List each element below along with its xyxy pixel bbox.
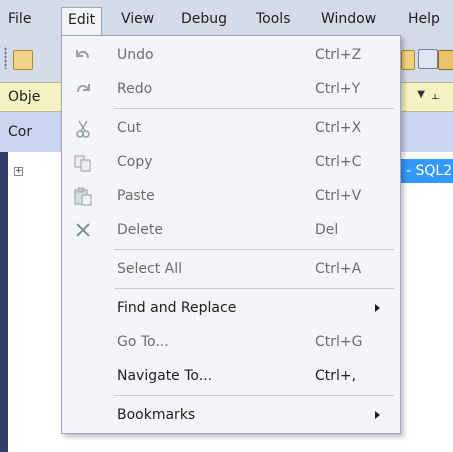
menu-item-shortcut: Del <box>315 222 339 238</box>
undo-icon <box>76 50 89 59</box>
menu-help[interactable]: Help <box>408 9 440 29</box>
mdx-query-icon[interactable] <box>418 49 438 69</box>
menu-item-label: Cut <box>117 120 142 136</box>
menu-item-undo[interactable]: Undo Ctrl+Z <box>62 39 400 73</box>
scissors-icon <box>76 120 90 138</box>
menu-window[interactable]: Window <box>321 9 376 29</box>
menu-item-shortcut: Ctrl+, <box>315 368 357 384</box>
menu-item-label: Navigate To... <box>117 368 213 384</box>
menu-item-label: Go To... <box>117 334 169 350</box>
menu-item-shortcut: Ctrl+X <box>315 120 362 136</box>
menu-item-label: Delete <box>117 222 163 238</box>
menu-item-cut[interactable]: Cut Ctrl+X <box>62 112 400 146</box>
submenu-arrow-icon <box>375 411 380 419</box>
toolbar-query-icon[interactable] <box>438 50 453 70</box>
menu-item-find-and-replace[interactable]: Find and Replace <box>62 292 400 326</box>
menu-item-shortcut: Ctrl+Z <box>315 47 362 63</box>
menu-item-label: Select All <box>117 261 182 277</box>
toolbar-folder-icon[interactable] <box>401 50 415 70</box>
menu-item-shortcut: Ctrl+G <box>315 334 363 350</box>
selected-server-node[interactable]: - SQL2 <box>400 159 453 183</box>
menu-item-shortcut: Ctrl+C <box>315 154 362 170</box>
pin-icon[interactable]: ⫠ <box>431 88 439 103</box>
menu-view[interactable]: View <box>121 9 154 29</box>
menu-bar: File Edit View Debug Tools Window Help <box>0 0 453 36</box>
menu-edit[interactable]: Edit <box>61 7 103 36</box>
menu-item-label: Redo <box>117 81 153 97</box>
menu-item-label: Copy <box>117 154 153 170</box>
edit-menu: Undo Ctrl+Z Redo Ctrl+Y Cut Ctrl+X Copy … <box>61 35 401 434</box>
connect-button[interactable]: Cor <box>8 124 32 140</box>
menu-item-label: Find and Replace <box>117 300 237 316</box>
menu-item-redo[interactable]: Redo Ctrl+Y <box>62 73 400 107</box>
menu-item-label: Paste <box>117 188 155 204</box>
panel-dropdown-icon[interactable]: ▼ <box>417 89 425 100</box>
tree-expand-icon[interactable]: + <box>14 167 23 176</box>
menu-item-shortcut: Ctrl+A <box>315 261 362 277</box>
menu-item-bookmarks[interactable]: Bookmarks <box>62 399 400 433</box>
menu-separator <box>114 288 394 289</box>
menu-item-delete[interactable]: Delete Del <box>62 214 400 248</box>
menu-item-go-to[interactable]: Go To... Ctrl+G <box>62 326 400 360</box>
menu-file[interactable]: File <box>8 9 31 29</box>
menu-item-select-all[interactable]: Select All Ctrl+A <box>62 253 400 287</box>
toolbar-grip[interactable] <box>4 47 7 69</box>
menu-item-label: Bookmarks <box>117 407 196 423</box>
menu-item-navigate-to[interactable]: Navigate To... Ctrl+, <box>62 360 400 394</box>
menu-separator <box>114 395 394 396</box>
menu-item-copy[interactable]: Copy Ctrl+C <box>62 146 400 180</box>
redo-icon <box>77 84 90 93</box>
new-project-icon[interactable] <box>13 50 33 70</box>
menu-tools[interactable]: Tools <box>256 9 291 29</box>
menu-debug[interactable]: Debug <box>181 9 227 29</box>
menu-item-shortcut: Ctrl+Y <box>315 81 361 97</box>
paste-icon <box>74 187 92 206</box>
menu-separator <box>114 108 394 109</box>
submenu-arrow-icon <box>375 304 380 312</box>
menu-item-label: Undo <box>117 47 154 63</box>
menu-separator <box>114 249 394 250</box>
object-explorer-title: Obje <box>8 89 41 105</box>
menu-item-paste[interactable]: Paste Ctrl+V <box>62 180 400 214</box>
menu-item-shortcut: Ctrl+V <box>315 188 362 204</box>
copy-icon <box>74 155 91 172</box>
delete-x-icon <box>76 223 90 237</box>
